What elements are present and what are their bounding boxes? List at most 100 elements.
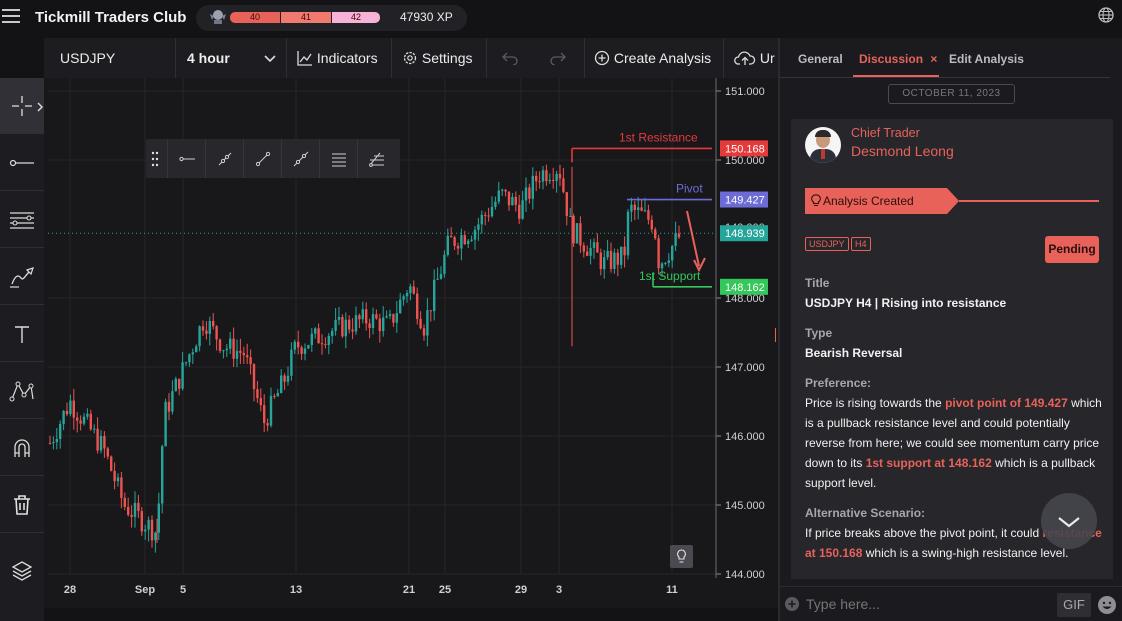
candle-body [603,257,606,270]
candle-body [677,233,681,238]
candle-body [62,410,65,424]
scroll-down-button[interactable] [1041,493,1097,549]
toolbar-divider [584,38,585,78]
timeframe-label: 4 hour [187,50,230,66]
close-icon[interactable]: × [930,52,937,66]
timeframe-selector[interactable]: 4 hour [187,38,287,78]
analysis-card: Chief Trader Desmond Leong Analysis Crea… [791,119,1113,579]
gif-button[interactable]: GIF [1057,593,1091,617]
indicators-button[interactable]: Indicators [297,38,378,78]
magnet-tool[interactable] [0,420,44,476]
candle-body [613,252,616,269]
candle-body [229,338,232,349]
message-input[interactable] [806,593,1046,615]
candle-body [660,263,664,269]
indicators-label: Indicators [316,50,378,66]
drag-handle[interactable] [151,151,159,167]
menu-icon[interactable] [2,9,20,25]
parallel-channel-button[interactable] [319,139,357,178]
candle-body [76,417,79,421]
candle-body [531,175,534,199]
candle-body [127,506,130,515]
candle-body [504,189,507,192]
candle-body [589,247,592,256]
timeframe-tag: H4 [851,237,871,251]
author-name[interactable]: Desmond Leong [851,143,954,159]
crosshair-tool[interactable] [0,78,44,134]
upload-button[interactable]: Ur [734,38,778,78]
candle-body [494,201,497,207]
horizontal-ray-tool[interactable] [0,135,44,191]
title-value: USDJPY H4 | Rising into resistance [805,296,1007,310]
tab-general[interactable]: General [798,52,843,66]
candle-body [276,392,279,397]
candle-body [497,190,500,202]
candle-body [409,286,412,293]
rank-badge-icon [210,10,226,24]
x-tick-label: 28 [64,584,76,596]
create-analysis-button[interactable]: Create Analysis [594,38,711,78]
candle-body [674,233,677,246]
tab-edit-analysis[interactable]: Edit Analysis [949,52,1024,66]
drawing-toolbar[interactable] [146,139,400,178]
candle-body [524,187,528,201]
ray-button[interactable] [205,139,243,178]
candle-body [242,352,245,356]
trend-line-icon [255,151,270,166]
candle-body [225,348,228,351]
tab-discussion[interactable]: Discussion × [859,52,937,66]
avatar[interactable] [805,127,841,163]
horizontal-ray-icon [9,159,34,166]
candle-body [69,400,72,415]
plus-circle-icon[interactable] [784,596,800,612]
support-highlight: 1st support at 148.162 [865,456,992,470]
candle-body [48,442,52,444]
toolbar-divider [486,38,487,78]
delete-tool[interactable] [0,477,44,533]
text-icon [15,325,29,343]
candle-body [378,318,381,332]
undo-icon[interactable] [502,51,518,65]
chevron-right-icon[interactable] [36,102,44,112]
candle-body [286,375,290,382]
brush-tool[interactable] [0,249,44,305]
redo-icon[interactable] [550,51,566,65]
alternative-text-part: which is a swing-high resistance level. [862,546,1069,560]
candle-body [334,319,337,331]
fib-button[interactable] [357,139,395,178]
trend-line-button[interactable] [243,139,281,178]
candle-body [518,204,521,219]
candle-body [637,207,640,211]
extended-line-button[interactable] [281,139,319,178]
settings-button[interactable]: Settings [402,38,472,78]
gear-icon [403,51,417,65]
y-tick-label: 144.000 [725,569,765,581]
crosshair-icon [12,95,32,116]
globe-icon[interactable] [1097,6,1115,24]
candle-body [354,315,358,332]
candle-body [623,246,626,256]
candle-body [297,341,300,348]
level-price-label: 148.162 [725,282,765,294]
candle-body [65,410,69,415]
banner-label: Analysis Created [823,194,914,208]
layers-tool[interactable] [0,543,44,599]
candle-body [535,175,538,182]
lines-tool[interactable] [0,192,44,248]
x-tick-label: 11 [666,584,678,596]
settings-label: Settings [421,50,473,66]
type-label: Type [805,326,833,340]
candle-body [671,245,674,261]
candle-body [609,250,613,269]
candle-body [99,436,103,451]
fib-icon [368,152,384,167]
candle-body [337,316,341,320]
text-tool[interactable] [0,306,44,362]
symbol-selector[interactable]: USDJPY [60,38,115,78]
emoji-icon[interactable] [1097,595,1117,615]
x-tick-label: 29 [515,584,527,596]
analysis-created-banner: Analysis Created [805,188,959,214]
horizontal-ray-button[interactable] [167,139,205,178]
xp-progress[interactable]: 40 41 42 47930 XP [196,5,467,31]
pattern-tool[interactable] [0,363,44,419]
